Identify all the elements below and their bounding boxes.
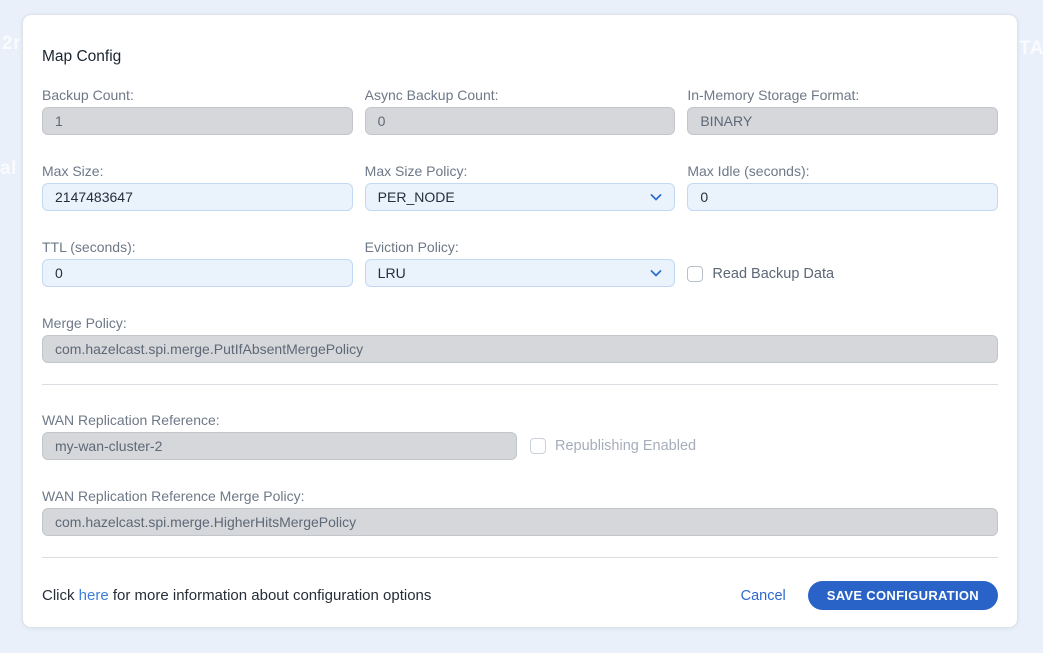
async-backup-count-field-group: Async Backup Count: xyxy=(365,86,676,135)
backup-count-input xyxy=(42,107,353,135)
page-title: Map Config xyxy=(42,47,998,67)
merge-policy-label: Merge Policy: xyxy=(42,314,998,333)
republishing-enabled-label: Republishing Enabled xyxy=(555,438,696,454)
in-memory-storage-format-input xyxy=(687,107,998,135)
more-info-link[interactable]: here xyxy=(79,587,109,604)
section-divider xyxy=(42,557,998,558)
merge-policy-input xyxy=(42,335,998,363)
async-backup-count-input xyxy=(365,107,676,135)
read-backup-data-checkbox-group[interactable]: Read Backup Data xyxy=(687,266,834,282)
eviction-policy-select[interactable]: LRU xyxy=(365,259,676,287)
ttl-input[interactable] xyxy=(42,259,353,287)
chevron-down-icon xyxy=(648,265,664,281)
wan-replication-reference-input xyxy=(42,432,517,460)
max-size-policy-field-group: Max Size Policy: PER_NODE xyxy=(365,162,676,211)
wan-replication-reference-row: Republishing Enabled xyxy=(42,432,998,460)
wan-replication-reference-merge-policy-field-group: WAN Replication Reference Merge Policy: xyxy=(42,487,998,536)
wan-replication-reference-label: WAN Replication Reference: xyxy=(42,411,998,430)
ttl-label: TTL (seconds): xyxy=(42,238,353,257)
save-configuration-button[interactable]: SAVE CONFIGURATION xyxy=(808,581,998,610)
form-row: Backup Count: Async Backup Count: In-Mem… xyxy=(42,86,998,135)
max-size-label: Max Size: xyxy=(42,162,353,181)
footer-info-prefix: Click xyxy=(42,587,79,604)
max-size-policy-label: Max Size Policy: xyxy=(365,162,676,181)
cancel-button[interactable]: Cancel xyxy=(741,588,786,604)
max-idle-field-group: Max Idle (seconds): xyxy=(687,162,998,211)
in-memory-storage-format-field-group: In-Memory Storage Format: xyxy=(687,86,998,135)
footer-info-suffix: for more information about configuration… xyxy=(109,587,432,604)
read-backup-data-field-group: Read Backup Data xyxy=(687,238,998,287)
eviction-policy-field-group: Eviction Policy: LRU xyxy=(365,238,676,287)
wan-replication-reference-field-group: WAN Replication Reference: Republishing … xyxy=(42,411,998,460)
read-backup-data-checkbox[interactable] xyxy=(687,266,703,282)
read-backup-data-label: Read Backup Data xyxy=(712,266,834,282)
form-row: TTL (seconds): Eviction Policy: LRU Read… xyxy=(42,238,998,287)
eviction-policy-selected-value: LRU xyxy=(378,265,406,281)
chevron-down-icon xyxy=(648,189,664,205)
max-size-policy-selected-value: PER_NODE xyxy=(378,189,455,205)
wan-replication-reference-merge-policy-label: WAN Replication Reference Merge Policy: xyxy=(42,487,998,506)
backup-count-field-group: Backup Count: xyxy=(42,86,353,135)
backup-count-label: Backup Count: xyxy=(42,86,353,105)
merge-policy-field-group: Merge Policy: xyxy=(42,314,998,363)
max-size-field-group: Max Size: xyxy=(42,162,353,211)
republishing-enabled-checkbox-group: Republishing Enabled xyxy=(530,438,696,454)
form-row: Max Size: Max Size Policy: PER_NODE Max … xyxy=(42,162,998,211)
max-idle-input[interactable] xyxy=(687,183,998,211)
footer-bar: Click here for more information about co… xyxy=(42,581,998,610)
max-size-policy-select[interactable]: PER_NODE xyxy=(365,183,676,211)
async-backup-count-label: Async Backup Count: xyxy=(365,86,676,105)
ttl-field-group: TTL (seconds): xyxy=(42,238,353,287)
section-divider xyxy=(42,384,998,385)
republishing-enabled-checkbox xyxy=(530,438,546,454)
max-size-input[interactable] xyxy=(42,183,353,211)
eviction-policy-label: Eviction Policy: xyxy=(365,238,676,257)
max-idle-label: Max Idle (seconds): xyxy=(687,162,998,181)
footer-info-text: Click here for more information about co… xyxy=(42,587,431,604)
wan-replication-reference-merge-policy-input xyxy=(42,508,998,536)
background-text-fragment: TA xyxy=(1019,38,1043,60)
map-config-panel: Map Config Backup Count: Async Backup Co… xyxy=(22,14,1018,628)
in-memory-storage-format-label: In-Memory Storage Format: xyxy=(687,86,998,105)
